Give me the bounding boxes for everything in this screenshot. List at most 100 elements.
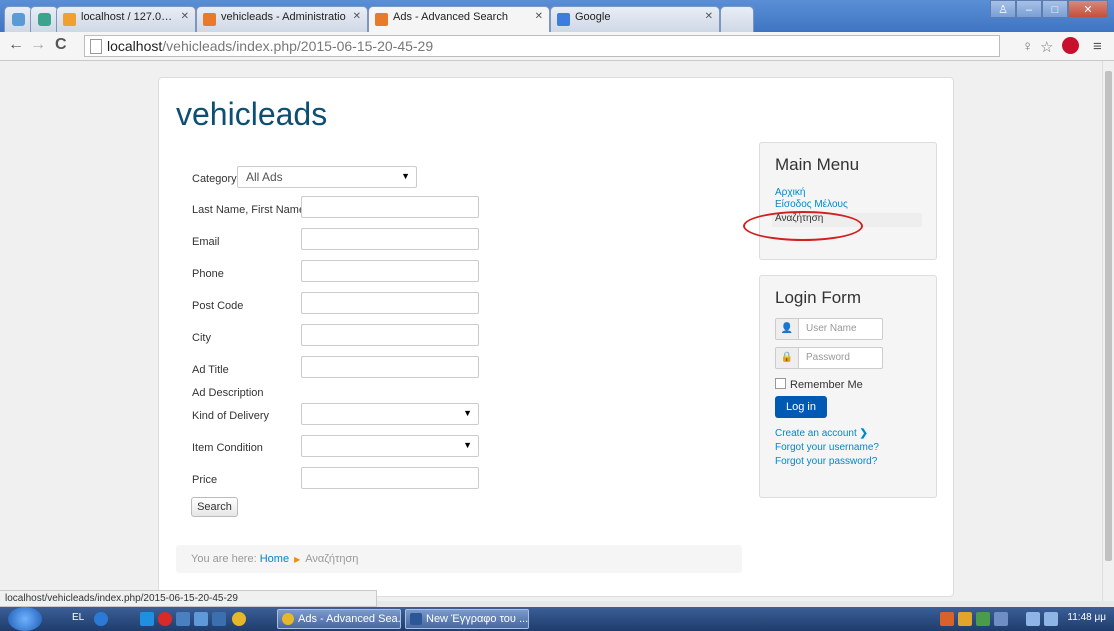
maximize-button[interactable]: □: [1042, 0, 1068, 18]
taskbar-task-word[interactable]: New Έγγραφο του ...: [405, 609, 529, 629]
clock[interactable]: 11:48 μμ: [1067, 612, 1106, 623]
breadcrumb-arrow-icon: ▶: [294, 555, 301, 564]
folder-icon[interactable]: [194, 612, 208, 626]
close-icon[interactable]: ✕: [353, 11, 361, 22]
remember-me-checkbox[interactable]: Remember Me: [775, 378, 863, 391]
condition-select[interactable]: ▼: [301, 435, 479, 457]
menu-icon[interactable]: ≡: [1093, 38, 1102, 55]
google-icon: [557, 13, 570, 26]
app-icon: [38, 13, 51, 26]
close-window-button[interactable]: ✕: [1068, 0, 1108, 18]
tab-advanced-search[interactable]: Ads - Advanced Search ✕: [368, 6, 550, 33]
scrollbar-thumb[interactable]: [1105, 71, 1112, 561]
price-input[interactable]: [301, 467, 479, 489]
address-toolbar: ← → C localhost/vehicleads/index.php/201…: [0, 32, 1114, 61]
menu-item-home[interactable]: Αρχική: [775, 187, 805, 198]
checkbox-icon[interactable]: [775, 378, 786, 389]
name-input[interactable]: [301, 196, 479, 218]
back-icon[interactable]: ←: [8, 36, 24, 54]
pinned-tab-2[interactable]: [30, 6, 58, 32]
pinned-tab-1[interactable]: [4, 6, 32, 32]
lightbulb-icon[interactable]: ♀: [1022, 38, 1033, 55]
reload-icon[interactable]: C: [55, 36, 67, 54]
tab-administration[interactable]: vehicleads - Administratio ✕: [196, 6, 368, 32]
create-account-link[interactable]: Create an account ❯: [775, 428, 868, 439]
price-label: Price: [192, 474, 218, 486]
email-label: Email: [192, 236, 220, 248]
login-form-title: Login Form: [775, 288, 861, 307]
chevron-down-icon: ▼: [401, 171, 410, 181]
forgot-password-link[interactable]: Forgot your password?: [775, 456, 877, 467]
tray-icon[interactable]: [940, 612, 954, 626]
city-label: City: [192, 332, 211, 344]
url-path: /vehicleads/index.php/2015-06-15-20-45-2…: [162, 38, 434, 54]
category-select[interactable]: All Ads ▼: [237, 166, 417, 188]
password-placeholder: Password: [806, 352, 850, 363]
chevron-right-icon: ❯: [859, 428, 868, 439]
user-icon[interactable]: ♙: [990, 0, 1016, 18]
phone-input[interactable]: [301, 260, 479, 282]
post-code-input[interactable]: [301, 292, 479, 314]
forward-icon[interactable]: →: [30, 36, 46, 54]
email-input[interactable]: [301, 228, 479, 250]
delivery-label: Kind of Delivery: [192, 410, 270, 422]
page-viewport: vehicleads Category All Ads ▼ Last Name,…: [0, 61, 1102, 601]
taskbar-task-chrome[interactable]: Ads - Advanced Sea...: [277, 609, 401, 629]
search-button[interactable]: Search: [191, 497, 238, 517]
main-menu-title: Main Menu: [775, 155, 860, 174]
tray-icon[interactable]: [976, 612, 990, 626]
minimize-button[interactable]: –: [1016, 0, 1042, 18]
help-icon[interactable]: [94, 612, 108, 626]
breadcrumb-prefix: You are here:: [191, 553, 257, 565]
create-account-label: Create an account: [775, 428, 857, 439]
app-icon: [12, 13, 25, 26]
login-button[interactable]: Log in: [775, 396, 827, 418]
chrome-icon[interactable]: [232, 612, 246, 626]
close-icon[interactable]: ✕: [535, 11, 543, 22]
star-icon[interactable]: ☆: [1040, 38, 1053, 56]
city-input[interactable]: [301, 324, 479, 346]
delivery-select[interactable]: ▼: [301, 403, 479, 425]
password-field[interactable]: 🔒 Password: [775, 347, 883, 369]
phone-label: Phone: [192, 268, 224, 280]
volume-icon[interactable]: [1044, 612, 1058, 626]
opera-icon[interactable]: [158, 612, 172, 626]
ad-title-input[interactable]: [301, 356, 479, 378]
ad-description-label: Ad Description: [192, 387, 264, 399]
forgot-username-link[interactable]: Forgot your username?: [775, 442, 879, 453]
username-field[interactable]: 👤 User Name: [775, 318, 883, 340]
word-icon: [410, 613, 422, 625]
condition-label: Item Condition: [192, 442, 263, 454]
site-title[interactable]: vehicleads: [176, 96, 327, 133]
internet-explorer-icon[interactable]: [140, 612, 154, 626]
adblock-icon[interactable]: [1062, 37, 1079, 54]
tab-phpmyadmin[interactable]: localhost / 127.0.0.1 / vehi ✕: [56, 6, 196, 32]
breadcrumb-home-link[interactable]: Home: [260, 553, 289, 565]
network-icon[interactable]: [1026, 612, 1040, 626]
menu-item-member-login[interactable]: Είσοδος Μέλους: [775, 199, 848, 210]
phpmyadmin-icon: [63, 13, 76, 26]
login-form-module: Login Form 👤 User Name 🔒 Password Rememb…: [759, 275, 937, 498]
status-bar: localhost/vehicleads/index.php/2015-06-1…: [0, 590, 377, 607]
vertical-scrollbar[interactable]: [1102, 61, 1114, 601]
close-icon[interactable]: ✕: [705, 11, 713, 22]
start-button[interactable]: [8, 607, 42, 631]
site-container: vehicleads Category All Ads ▼ Last Name,…: [158, 77, 954, 597]
url-host: localhost: [107, 38, 163, 54]
category-label: Category: [192, 173, 237, 185]
close-icon[interactable]: ✕: [181, 11, 189, 22]
language-indicator[interactable]: EL: [72, 612, 84, 623]
tray-icon[interactable]: [958, 612, 972, 626]
breadcrumb: You are here: Home ▶ Αναζήτηση: [176, 545, 742, 573]
url-field[interactable]: localhost/vehicleads/index.php/2015-06-1…: [84, 35, 1000, 57]
tray-icon[interactable]: [994, 612, 1008, 626]
media-icon[interactable]: [176, 612, 190, 626]
task-label: New Έγγραφο του ...: [426, 613, 529, 625]
video-icon[interactable]: [212, 612, 226, 626]
tab-google[interactable]: Google ✕: [550, 6, 720, 32]
new-tab-button[interactable]: [720, 6, 754, 32]
username-placeholder: User Name: [806, 323, 857, 334]
breadcrumb-current: Αναζήτηση: [305, 553, 359, 565]
name-label: Last Name, First Name: [192, 204, 306, 216]
chevron-down-icon: ▼: [463, 440, 472, 450]
